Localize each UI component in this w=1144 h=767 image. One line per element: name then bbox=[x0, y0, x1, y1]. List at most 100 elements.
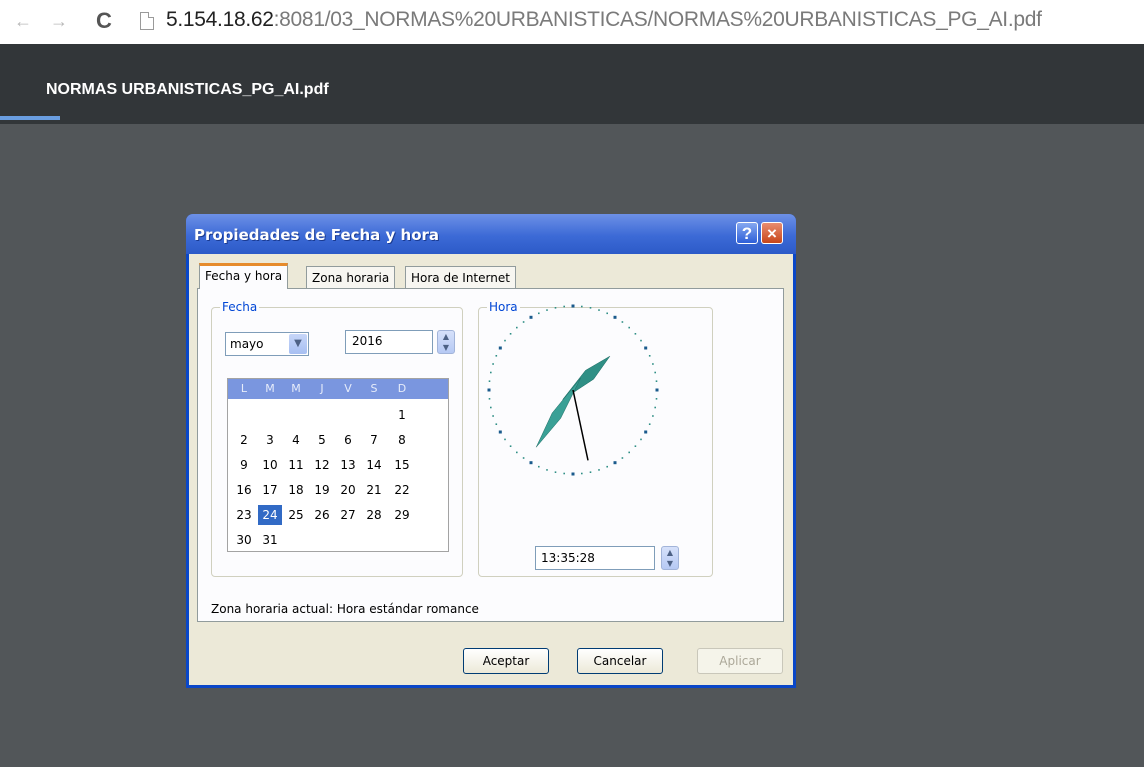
calendar-day[interactable]: 23 bbox=[232, 505, 256, 525]
minute-tick bbox=[554, 307, 557, 309]
calendar-day[interactable]: 17 bbox=[258, 480, 282, 500]
minute-tick bbox=[648, 423, 651, 425]
calendar-day[interactable]: 21 bbox=[362, 480, 386, 500]
minute-tick bbox=[648, 355, 651, 357]
calendar-day[interactable]: 4 bbox=[284, 430, 308, 450]
minute-tick bbox=[504, 339, 506, 342]
hour-tick bbox=[644, 346, 648, 350]
calendar-day[interactable]: 10 bbox=[258, 455, 282, 475]
calendar-day[interactable]: 13 bbox=[336, 455, 360, 475]
calendar-day[interactable]: 11 bbox=[284, 455, 308, 475]
minute-tick bbox=[598, 309, 600, 311]
address-bar[interactable]: 5.154.18.62:8081/03_NORMAS%20URBANISTICA… bbox=[166, 8, 1042, 32]
calendar-day[interactable]: 20 bbox=[336, 480, 360, 500]
calendar-day[interactable]: 26 bbox=[310, 505, 334, 525]
forward-arrow-icon[interactable]: → bbox=[50, 11, 68, 32]
second-hand bbox=[572, 389, 589, 461]
calendar-day[interactable]: 19 bbox=[310, 480, 334, 500]
dialog-titlebar[interactable]: Propiedades de Fecha y hora ? × bbox=[186, 214, 796, 254]
calendar-day[interactable]: 8 bbox=[390, 430, 414, 450]
minute-tick bbox=[655, 398, 658, 400]
minute-tick bbox=[509, 333, 512, 335]
minute-tick bbox=[509, 445, 512, 447]
weekday-header: M bbox=[291, 382, 301, 395]
minute-tick bbox=[516, 451, 518, 454]
minute-tick bbox=[581, 305, 583, 308]
pdf-viewer-header: NORMAS URBANISTICAS_PG_AI.pdf bbox=[0, 44, 1144, 124]
weekday-header: J bbox=[320, 382, 324, 395]
calendar-day[interactable]: 6 bbox=[336, 430, 360, 450]
minute-tick bbox=[621, 321, 624, 323]
calendar-day[interactable]: 28 bbox=[362, 505, 386, 525]
cancel-button[interactable]: Cancelar bbox=[577, 648, 663, 674]
calendar-day[interactable]: 12 bbox=[310, 455, 334, 475]
time-spin-icon[interactable]: ▲ ▼ bbox=[661, 546, 679, 570]
analog-clock bbox=[487, 304, 659, 476]
calendar-day[interactable]: 2 bbox=[232, 430, 256, 450]
back-arrow-icon[interactable]: ← bbox=[14, 11, 32, 32]
browser-toolbar: ← → C 5.154.18.62:8081/03_NORMAS%20URBAN… bbox=[0, 0, 1144, 45]
calendar-day[interactable]: 5 bbox=[310, 430, 334, 450]
current-timezone-text: Zona horaria actual: Hora estándar roman… bbox=[211, 602, 479, 616]
tab-hora-de-internet[interactable]: Hora de Internet bbox=[405, 266, 516, 288]
url-path: :8081/03_NORMAS%20URBANISTICAS/NORMAS%20… bbox=[273, 8, 1042, 31]
calendar-day[interactable]: 27 bbox=[336, 505, 360, 525]
minute-tick bbox=[522, 321, 525, 323]
minute-tick bbox=[563, 472, 565, 475]
minute-tick bbox=[538, 465, 540, 468]
year-spin-icon[interactable]: ▲ ▼ bbox=[437, 330, 455, 354]
minute-tick bbox=[606, 312, 608, 315]
minute-tick bbox=[488, 398, 491, 400]
weekday-header: M bbox=[265, 382, 275, 395]
tab-zona-horaria[interactable]: Zona horaria bbox=[306, 266, 396, 288]
page-icon bbox=[140, 12, 154, 30]
help-button[interactable]: ? bbox=[736, 222, 758, 244]
calendar-day[interactable]: 22 bbox=[390, 480, 414, 500]
minute-tick bbox=[581, 472, 583, 475]
calendar-day[interactable]: 30 bbox=[232, 530, 256, 550]
time-field[interactable]: 13:35:28 bbox=[535, 546, 655, 570]
weekday-header: D bbox=[397, 382, 407, 395]
apply-button[interactable]: Aplicar bbox=[697, 648, 783, 674]
minute-tick bbox=[492, 415, 494, 417]
calendar-day[interactable]: 9 bbox=[232, 455, 256, 475]
reload-icon[interactable]: C bbox=[96, 8, 112, 34]
date-group-label: Fecha bbox=[220, 300, 260, 314]
calendar-day[interactable]: 15 bbox=[390, 455, 414, 475]
calendar-day[interactable]: 16 bbox=[232, 480, 256, 500]
calendar-day[interactable]: 18 bbox=[284, 480, 308, 500]
calendar-day[interactable]: 14 bbox=[362, 455, 386, 475]
hour-tick bbox=[613, 315, 617, 319]
minute-tick bbox=[628, 451, 630, 454]
calendar-day[interactable]: 7 bbox=[362, 430, 386, 450]
month-select[interactable]: mayo ▼ bbox=[225, 332, 309, 356]
minute-tick bbox=[634, 333, 637, 335]
document-title: NORMAS URBANISTICAS_PG_AI.pdf bbox=[46, 81, 329, 98]
hour-tick bbox=[498, 430, 502, 434]
chevron-down-icon[interactable]: ▼ bbox=[289, 334, 307, 354]
minute-tick bbox=[495, 423, 498, 425]
time-value: 13:35:28 bbox=[541, 551, 595, 565]
minute-tick bbox=[554, 471, 557, 473]
calendar-day[interactable]: 24 bbox=[258, 505, 282, 525]
calendar-day[interactable]: 3 bbox=[258, 430, 282, 450]
calendar-day[interactable]: 25 bbox=[284, 505, 308, 525]
weekday-header: L bbox=[240, 382, 248, 395]
minute-tick bbox=[589, 471, 592, 473]
year-value: 2016 bbox=[352, 334, 383, 348]
minute-tick bbox=[606, 465, 608, 468]
calendar-day[interactable]: 29 bbox=[390, 505, 414, 525]
calendar-day[interactable]: 1 bbox=[390, 405, 414, 425]
minute-tick bbox=[492, 363, 494, 365]
hour-tick bbox=[655, 388, 659, 392]
calendar-day[interactable]: 31 bbox=[258, 530, 282, 550]
ok-button[interactable]: Aceptar bbox=[463, 648, 549, 674]
minute-tick bbox=[546, 469, 548, 471]
minute-tick bbox=[495, 355, 498, 357]
year-stepper[interactable]: 2016 bbox=[345, 330, 433, 354]
hour-tick bbox=[571, 472, 575, 476]
tab-fecha-y-hora[interactable]: Fecha y hora bbox=[199, 263, 289, 289]
close-button[interactable]: × bbox=[761, 222, 783, 244]
minute-tick bbox=[640, 438, 642, 441]
minute-tick bbox=[546, 309, 548, 311]
